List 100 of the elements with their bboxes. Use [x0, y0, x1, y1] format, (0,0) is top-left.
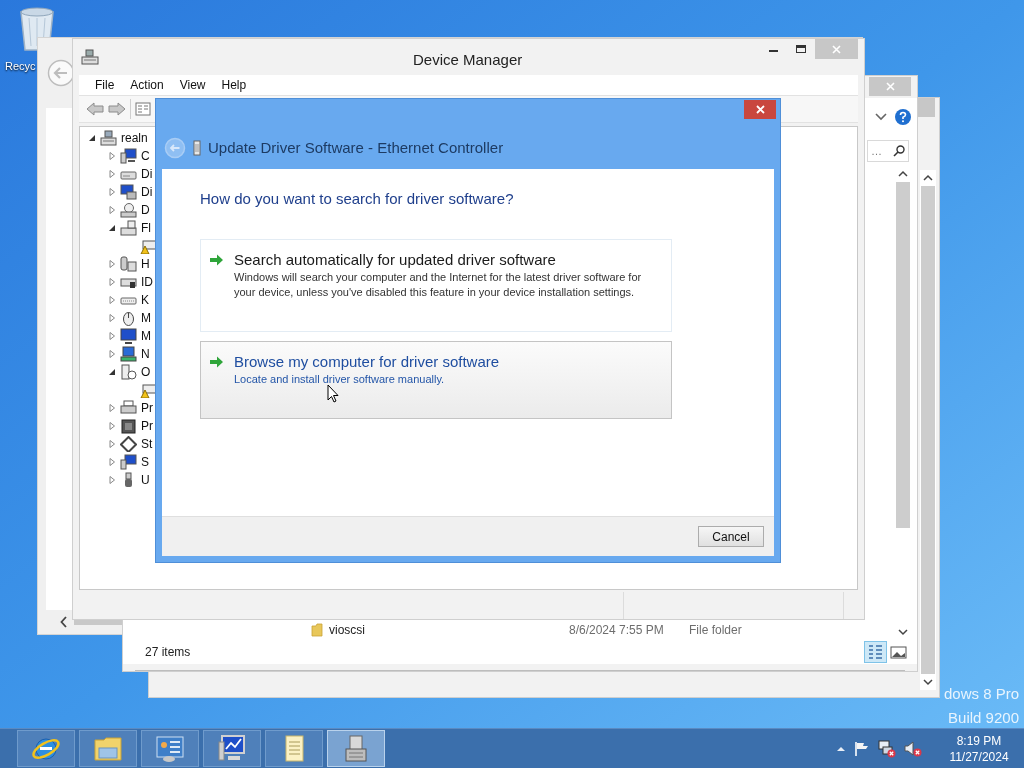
expand-arrow-icon[interactable]: [108, 206, 116, 214]
mouse-icon: [120, 310, 137, 326]
tree-item[interactable]: M: [141, 327, 151, 345]
taskbar-button[interactable]: [265, 730, 323, 767]
warning-device-icon: [140, 238, 157, 254]
arrow-right-icon: [209, 355, 224, 369]
menu-item[interactable]: Action: [122, 76, 172, 94]
show-hidden-icons-icon[interactable]: [836, 745, 846, 752]
scroll-up-icon[interactable]: [898, 169, 908, 178]
tree-item[interactable]: M: [141, 309, 151, 327]
tree-item[interactable]: K: [141, 291, 149, 309]
option-button[interactable]: Search automatically for updated driver software Windows will search your computer and the Internet for the latest driver software for your device, unless you've disabled this feature in your device installation settings.: [200, 239, 672, 332]
expand-arrow-icon[interactable]: [108, 152, 116, 160]
window-title: Device Manager: [413, 50, 523, 70]
tree-item[interactable]: Di: [141, 165, 153, 183]
cursor-icon: [327, 384, 339, 403]
collapse-arrow-icon[interactable]: [108, 368, 116, 376]
option-button[interactable]: Browse my computer for driver software Locate and install driver software manually.: [200, 341, 672, 419]
date-modified: 8/6/2024 7:55 PM: [569, 623, 664, 638]
flag-icon[interactable]: [854, 740, 870, 757]
arrow-right-icon: [209, 253, 224, 267]
forward-arrow-icon[interactable]: [108, 102, 126, 116]
expand-arrow-icon[interactable]: [108, 332, 116, 340]
menu-item[interactable]: View: [171, 76, 214, 94]
dialog-heading: How do you want to search for driver software?: [200, 189, 515, 209]
icon-label[interactable]: Recyc: [5, 59, 36, 73]
expand-arrow-icon[interactable]: [108, 278, 116, 286]
network-icon[interactable]: [878, 739, 896, 758]
tree-item[interactable]: Pr: [141, 417, 153, 435]
collapse-arrow-icon[interactable]: [108, 224, 116, 232]
tree-item[interactable]: Pr: [141, 399, 153, 417]
expand-arrow-icon[interactable]: [108, 188, 116, 196]
scrollbar[interactable]: [920, 170, 936, 690]
menu-item[interactable]: Help: [213, 76, 255, 94]
expand-arrow-icon[interactable]: [108, 476, 116, 484]
status-text: 27 items: [145, 644, 191, 661]
file-name[interactable]: vioscsi: [329, 621, 365, 640]
close-icon: [755, 105, 765, 114]
back-arrow-icon[interactable]: [86, 102, 104, 116]
properties-icon[interactable]: [135, 102, 151, 116]
scroll-left-icon[interactable]: [60, 616, 68, 628]
tree-item[interactable]: Fl: [141, 219, 151, 237]
taskbar-button[interactable]: [203, 730, 261, 767]
expand-arrow-icon[interactable]: [108, 350, 116, 358]
collapse-arrow-icon[interactable]: [88, 134, 96, 142]
search-field[interactable]: …: [867, 139, 909, 162]
dialog-title: Update Driver Software - Ethernet Controller: [208, 137, 504, 158]
input-device-icon: [120, 256, 137, 272]
chevron-down-icon[interactable]: [875, 112, 887, 121]
tree-item[interactable]: O: [141, 363, 151, 381]
expand-arrow-icon[interactable]: [108, 458, 116, 466]
device-icon: [192, 140, 202, 156]
taskbar-button[interactable]: [79, 730, 137, 767]
tree-item[interactable]: C: [141, 147, 150, 165]
taskbar-button[interactable]: [17, 730, 75, 767]
scroll-down-icon[interactable]: [923, 678, 933, 686]
scroll-up-icon[interactable]: [923, 174, 933, 182]
folder-icon: [311, 623, 323, 638]
display-adapter-icon: [120, 184, 137, 200]
menu-item[interactable]: File: [87, 76, 123, 94]
clock[interactable]: 8:19 PM 11/27/2024: [944, 732, 1014, 765]
monitor-icon: [217, 733, 247, 764]
unknown-device-icon: [120, 364, 137, 380]
tree-item[interactable]: S: [141, 453, 149, 471]
network-adapter-icon: [120, 346, 137, 362]
taskbar-button[interactable]: [141, 730, 199, 767]
tree-item[interactable]: ID: [141, 273, 153, 291]
help-icon[interactable]: [895, 108, 911, 125]
expand-arrow-icon[interactable]: [108, 314, 116, 322]
optical-drive-icon: [120, 202, 137, 218]
tree-item[interactable]: N: [141, 345, 150, 363]
taskbar-button[interactable]: [327, 730, 385, 767]
expand-arrow-icon[interactable]: [108, 260, 116, 268]
expand-arrow-icon[interactable]: [108, 440, 116, 448]
processor-icon: [120, 418, 137, 434]
cancel-button[interactable]: Cancel: [698, 526, 764, 547]
tree-item[interactable]: realn: [121, 129, 148, 147]
expand-arrow-icon[interactable]: [108, 296, 116, 304]
dashboard-icon: [155, 733, 185, 764]
scroll-down-icon[interactable]: [898, 628, 908, 637]
close-icon: [885, 82, 895, 91]
floppy-drive-icon: [120, 220, 137, 236]
back-icon[interactable]: [164, 137, 186, 159]
monitor-icon: [120, 328, 137, 344]
storage-controller-icon: [120, 436, 137, 452]
system-device-icon: [120, 454, 137, 470]
tree-item[interactable]: U: [141, 471, 150, 489]
tree-item[interactable]: H: [141, 255, 150, 273]
tree-item[interactable]: Di: [141, 183, 153, 201]
speaker-icon[interactable]: [904, 739, 922, 758]
warning-device-icon: [140, 382, 157, 398]
tree-item[interactable]: D: [141, 201, 150, 219]
close-icon: [832, 44, 841, 54]
search-icon[interactable]: [893, 144, 905, 157]
tree-item[interactable]: St: [141, 435, 153, 453]
expand-arrow-icon[interactable]: [108, 422, 116, 430]
expand-arrow-icon[interactable]: [108, 170, 116, 178]
edition-text: Build 9200: [948, 708, 1019, 728]
edition-text: dows 8 Pro: [943, 684, 1019, 704]
expand-arrow-icon[interactable]: [108, 404, 116, 412]
